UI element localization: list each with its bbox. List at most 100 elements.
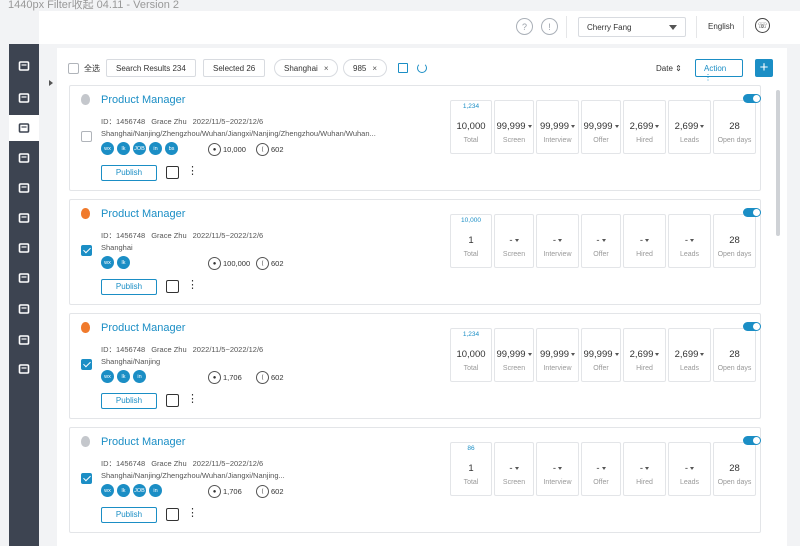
edit-icon[interactable] (166, 394, 179, 407)
metric-screen[interactable]: - Screen (494, 442, 534, 496)
status-toggle[interactable] (743, 94, 761, 103)
briefcase-icon[interactable] (9, 115, 39, 141)
metric-hired[interactable]: 2,699 Hired (623, 328, 666, 382)
action-button[interactable]: Action ⋮ (695, 59, 743, 82)
job-card[interactable]: Product Manager ID：1456748 Grace Zhu 2022/1… (69, 427, 761, 533)
add-user-icon[interactable] (9, 205, 39, 231)
job-card[interactable]: Product Manager ID：1456748 Grace Zhu 2022/1… (69, 85, 761, 191)
job-title[interactable]: Product Manager (101, 94, 185, 106)
search-results-chip[interactable]: Search Results 234 (106, 59, 196, 77)
filter-chip-city[interactable]: Shanghai × (274, 59, 339, 77)
publish-button[interactable]: Publish (101, 279, 157, 295)
link-icon[interactable]: lk (117, 370, 130, 383)
edit-icon[interactable] (166, 280, 179, 293)
link-icon[interactable]: lk (117, 142, 130, 155)
card-checkbox[interactable] (81, 131, 92, 142)
job-icon[interactable]: JOB (133, 142, 146, 155)
job-title[interactable]: Product Manager (101, 208, 185, 220)
help-icon[interactable]: ? (516, 18, 533, 35)
metric-interview[interactable]: 99,999 Interview (536, 100, 579, 154)
share-icon[interactable]: ⟨ (256, 143, 269, 156)
link-icon[interactable]: lk (117, 256, 130, 269)
link-icon[interactable]: lk (117, 484, 130, 497)
metric-offer[interactable]: - Offer (581, 442, 621, 496)
wechat-icon[interactable]: wx (101, 256, 114, 269)
card-checkbox[interactable] (81, 359, 92, 370)
metric-screen[interactable]: 99,999 Screen (494, 328, 534, 382)
metric-label: Leads (679, 365, 700, 372)
status-toggle[interactable] (743, 208, 761, 217)
in-icon[interactable]: in (133, 370, 146, 383)
card-checkbox[interactable] (81, 473, 92, 484)
wechat-icon[interactable]: wx (101, 142, 114, 155)
job-title[interactable]: Product Manager (101, 436, 185, 448)
more-vertical-icon[interactable]: ⋮ (187, 166, 198, 177)
job-icon[interactable]: JOB (133, 484, 146, 497)
share-icon[interactable]: ⟨ (256, 485, 269, 498)
metric-interview[interactable]: - Interview (536, 214, 579, 268)
dashboard-icon[interactable] (9, 53, 39, 79)
metric-label: Leads (679, 137, 700, 144)
metric-leads[interactable]: - Leads (668, 214, 711, 268)
publish-button[interactable]: Publish (101, 165, 157, 181)
edit-icon[interactable] (166, 508, 179, 521)
users-icon[interactable] (9, 145, 39, 171)
metric-screen[interactable]: 99,999 Screen (494, 100, 534, 154)
collapse-arrow-icon[interactable] (49, 80, 53, 86)
user-select[interactable]: Cherry Fang (578, 17, 686, 37)
publish-button[interactable]: Publish (101, 393, 157, 409)
job-title[interactable]: Product Manager (101, 322, 185, 334)
more-vertical-icon[interactable]: ⋮ (187, 280, 198, 291)
feedback-icon[interactable] (9, 327, 39, 353)
metric-screen[interactable]: - Screen (494, 214, 534, 268)
card-checkbox[interactable] (81, 245, 92, 256)
share-icon[interactable]: ⟨ (256, 257, 269, 270)
refresh-icon[interactable] (417, 63, 427, 73)
edit-icon[interactable] (166, 166, 179, 179)
metric-interview[interactable]: - Interview (536, 442, 579, 496)
share-icon[interactable]: ⟨ (256, 371, 269, 384)
in-icon[interactable]: in (149, 142, 162, 155)
wechat-icon[interactable]: wx (101, 370, 114, 383)
metric-leads[interactable]: 2,699 Leads (668, 328, 711, 382)
add-button[interactable]: + (755, 59, 773, 77)
person-icon[interactable] (9, 296, 39, 322)
wechat-icon[interactable]: wx (101, 484, 114, 497)
contacts-icon[interactable] (9, 85, 39, 111)
metric-offer[interactable]: - Offer (581, 214, 621, 268)
in-icon[interactable]: in (149, 484, 162, 497)
status-toggle[interactable] (743, 436, 761, 445)
metric-offer[interactable]: 99,999 Offer (581, 328, 621, 382)
notification-icon[interactable]: ! (541, 18, 558, 35)
metric-hired[interactable]: - Hired (623, 214, 666, 268)
publish-button[interactable]: Publish (101, 507, 157, 523)
resume-icon[interactable] (9, 175, 39, 201)
filter-chip-tag[interactable]: 985 × (343, 59, 388, 77)
language-switch[interactable]: English (708, 22, 734, 31)
metric-interview[interactable]: 99,999 Interview (536, 328, 579, 382)
close-icon[interactable]: × (324, 64, 329, 73)
scrollbar[interactable] (776, 90, 780, 236)
phone-icon[interactable]: ☏ (755, 18, 770, 33)
report-icon[interactable] (9, 235, 39, 261)
job-card[interactable]: Product Manager ID：1456748 Grace Zhu 2022/1… (69, 313, 761, 419)
chart-icon[interactable] (9, 265, 39, 291)
job-card[interactable]: Product Manager ID：1456748 Grace Zhu 2022/1… (69, 199, 761, 305)
metric-hired[interactable]: - Hired (623, 442, 666, 496)
select-all-checkbox[interactable] (68, 63, 79, 74)
save-icon[interactable] (398, 63, 408, 73)
date-sort[interactable]: Date ⇕ (656, 64, 682, 73)
metric-label: Total (463, 365, 479, 372)
more-vertical-icon[interactable]: ⋮ (187, 394, 198, 405)
status-toggle[interactable] (743, 322, 761, 331)
selected-chip[interactable]: Selected 26 (203, 59, 266, 77)
metric-value: - (639, 463, 644, 474)
close-icon[interactable]: × (372, 64, 377, 73)
metric-hired[interactable]: 2,699 Hired (623, 100, 666, 154)
boss-icon[interactable]: bs (165, 142, 178, 155)
metric-leads[interactable]: - Leads (668, 442, 711, 496)
metric-offer[interactable]: 99,999 Offer (581, 100, 621, 154)
more-vertical-icon[interactable]: ⋮ (187, 508, 198, 519)
metric-leads[interactable]: 2,699 Leads (668, 100, 711, 154)
id-card-icon[interactable] (9, 356, 39, 382)
